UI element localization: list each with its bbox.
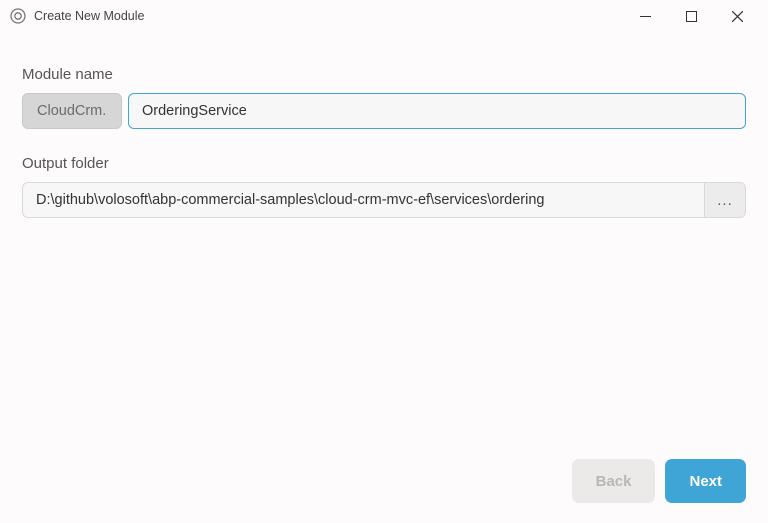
titlebar-left: Create New Module bbox=[10, 8, 622, 24]
module-name-label: Module name bbox=[22, 66, 746, 83]
module-name-row: CloudCrm. bbox=[22, 93, 746, 129]
window-controls bbox=[622, 0, 760, 32]
module-name-prefix: CloudCrm. bbox=[22, 93, 122, 129]
close-button[interactable] bbox=[714, 0, 760, 32]
module-name-input[interactable] bbox=[128, 93, 746, 129]
output-folder-input[interactable] bbox=[22, 182, 704, 218]
browse-button[interactable]: ... bbox=[704, 182, 746, 218]
minimize-button[interactable] bbox=[622, 0, 668, 32]
output-folder-row: ... bbox=[22, 182, 746, 218]
maximize-button[interactable] bbox=[668, 0, 714, 32]
footer: Back Next bbox=[572, 459, 746, 503]
app-icon bbox=[10, 8, 26, 24]
content-area: Module name CloudCrm. Output folder ... bbox=[0, 32, 768, 218]
window-title: Create New Module bbox=[34, 9, 144, 23]
output-folder-label: Output folder bbox=[22, 155, 746, 172]
titlebar: Create New Module bbox=[0, 0, 768, 32]
next-button[interactable]: Next bbox=[665, 459, 746, 503]
back-button[interactable]: Back bbox=[572, 459, 656, 503]
